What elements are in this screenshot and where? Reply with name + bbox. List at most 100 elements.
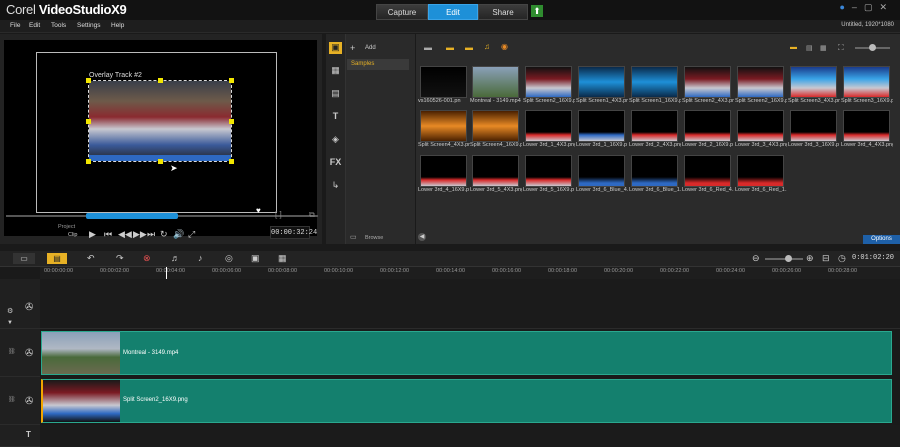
record-capture-icon[interactable]: ⊗ (143, 253, 151, 264)
fit-project-icon[interactable]: ⊟ (822, 253, 830, 264)
fx-icon[interactable]: FX (329, 157, 342, 169)
sound-mixer-icon[interactable]: ♬ (171, 253, 180, 263)
library-thumbnail[interactable] (420, 155, 467, 187)
menu-settings[interactable]: Settings (77, 22, 101, 29)
browse-icon[interactable]: ▭ (350, 233, 357, 241)
overlay-selection[interactable] (88, 80, 232, 162)
title-icon[interactable]: T (329, 111, 342, 123)
library-thumbnail[interactable] (525, 110, 572, 142)
library-thumbnail[interactable] (420, 66, 467, 98)
overlay-track-icon[interactable]: ✇ (25, 396, 33, 407)
folder-samples[interactable]: Samples (347, 59, 409, 70)
play-icon[interactable]: ▶ (89, 229, 96, 240)
instant-project-icon[interactable]: ▦ (329, 65, 342, 77)
resize-handle[interactable] (86, 119, 91, 124)
library-thumbnail[interactable] (525, 155, 572, 187)
library-thumbnail[interactable] (631, 110, 678, 142)
library-thumbnail[interactable] (790, 66, 837, 98)
timeline-playhead[interactable] (166, 267, 167, 279)
list-view-icon[interactable]: ▬ (790, 44, 797, 51)
volume-icon[interactable]: 🔊 (173, 229, 184, 240)
zoom-knob[interactable] (785, 255, 792, 262)
resize-handle[interactable] (86, 78, 91, 83)
home-icon[interactable]: ⏮ (104, 229, 112, 240)
tab-capture[interactable]: Capture (376, 4, 428, 20)
options-button[interactable]: Options (863, 235, 900, 244)
library-thumbnail[interactable] (737, 155, 784, 187)
library-thumbnail[interactable] (578, 110, 625, 142)
split-icon[interactable]: ⧉ (309, 210, 315, 220)
library-thumbnail[interactable] (684, 155, 731, 187)
collapse-icon[interactable]: ◀ (418, 233, 426, 241)
menu-help[interactable]: Help (111, 22, 124, 29)
menu-edit[interactable]: Edit (29, 22, 40, 29)
library-thumbnail[interactable] (684, 66, 731, 98)
resize-handle[interactable] (229, 159, 234, 164)
link-icon[interactable]: ⛓ (8, 348, 16, 355)
window-controls[interactable]: ●–▢✕ (839, 2, 894, 13)
library-thumbnail[interactable] (631, 155, 678, 187)
motion-tracking-icon[interactable]: ◎ (225, 253, 233, 264)
video-track[interactable] (40, 279, 900, 329)
title-track-icon[interactable]: T (26, 430, 31, 439)
undo-icon[interactable]: ↶ (87, 253, 95, 264)
sort-icon[interactable]: ▦ (820, 44, 827, 52)
library-thumbnail[interactable] (790, 110, 837, 142)
menu-tools[interactable]: Tools (51, 22, 66, 29)
zoom-slider[interactable] (765, 258, 803, 260)
playhead-icon[interactable]: ♥ (256, 206, 261, 215)
overlay-track-icon[interactable]: ✇ (25, 348, 33, 359)
tab-share[interactable]: Share (478, 4, 528, 20)
fullscreen-icon[interactable]: ⤢ (188, 229, 195, 240)
zoom-out-icon[interactable]: ⊖ (752, 253, 760, 264)
track-manager-icon[interactable]: ⚙ (7, 307, 13, 315)
library-thumbnail[interactable] (684, 110, 731, 142)
library-thumbnail[interactable] (578, 155, 625, 187)
library-thumbnail[interactable] (843, 110, 890, 142)
timeline-view-icon[interactable]: ▤ (47, 253, 67, 264)
resize-handle[interactable] (158, 159, 163, 164)
multi-camera-icon[interactable]: ▦ (278, 253, 287, 264)
browse-button[interactable]: Browse (365, 235, 383, 241)
library-thumbnail[interactable] (737, 66, 784, 98)
timecode-display[interactable]: 00:00:32:24 (270, 226, 317, 239)
library-thumbnail[interactable] (420, 110, 467, 142)
mark-in-out-icon[interactable]: [ ] (275, 210, 282, 219)
library-thumbnail[interactable] (525, 66, 572, 98)
previous-frame-icon[interactable]: ◀◀ (118, 229, 132, 240)
graphic-icon[interactable]: ◈ (329, 134, 342, 146)
link-icon[interactable]: ⛓ (8, 396, 16, 403)
resize-handle[interactable] (86, 159, 91, 164)
storyboard-view-icon[interactable]: ▭ (13, 253, 35, 264)
show-photos-icon[interactable]: ▬ (465, 43, 473, 52)
resize-handle[interactable] (229, 78, 234, 83)
chevron-down-icon[interactable]: ▼ (7, 320, 13, 326)
library-thumbnail[interactable] (472, 155, 519, 187)
library-thumbnail[interactable] (843, 66, 890, 98)
folder-icon[interactable]: ▬ (424, 43, 432, 52)
transition-icon[interactable]: ▤ (329, 88, 342, 100)
repeat-icon[interactable]: ↻ (160, 229, 168, 240)
show-scores-icon[interactable]: ◉ (501, 42, 508, 51)
tab-edit[interactable]: Edit (428, 4, 478, 20)
add-icon[interactable]: + (350, 43, 355, 53)
upload-icon[interactable]: ⬆ (531, 5, 543, 17)
add-folder-button[interactable]: Add (365, 45, 376, 51)
next-frame-icon[interactable]: ▶▶ (133, 229, 147, 240)
title-track[interactable] (40, 425, 900, 447)
subtitle-editor-icon[interactable]: ▣ (251, 253, 260, 264)
clip-mode-label[interactable]: Clip (68, 232, 77, 238)
show-videos-icon[interactable]: ▬ (446, 43, 454, 52)
thumbnail-view-icon[interactable]: ▤ (806, 44, 813, 52)
menu-file[interactable]: File (10, 22, 20, 29)
library-thumbnail[interactable] (737, 110, 784, 142)
media-icon[interactable]: ▣ (329, 42, 342, 54)
film-reel-icon[interactable]: ✇ (25, 302, 33, 313)
redo-icon[interactable]: ↷ (116, 253, 124, 264)
project-mode-label[interactable]: Project (58, 224, 75, 230)
library-thumbnail[interactable] (472, 110, 519, 142)
library-thumbnail[interactable] (578, 66, 625, 98)
zoom-in-icon[interactable]: ⊕ (806, 253, 814, 264)
library-thumbnail[interactable] (472, 66, 519, 98)
resize-handle[interactable] (158, 78, 163, 83)
